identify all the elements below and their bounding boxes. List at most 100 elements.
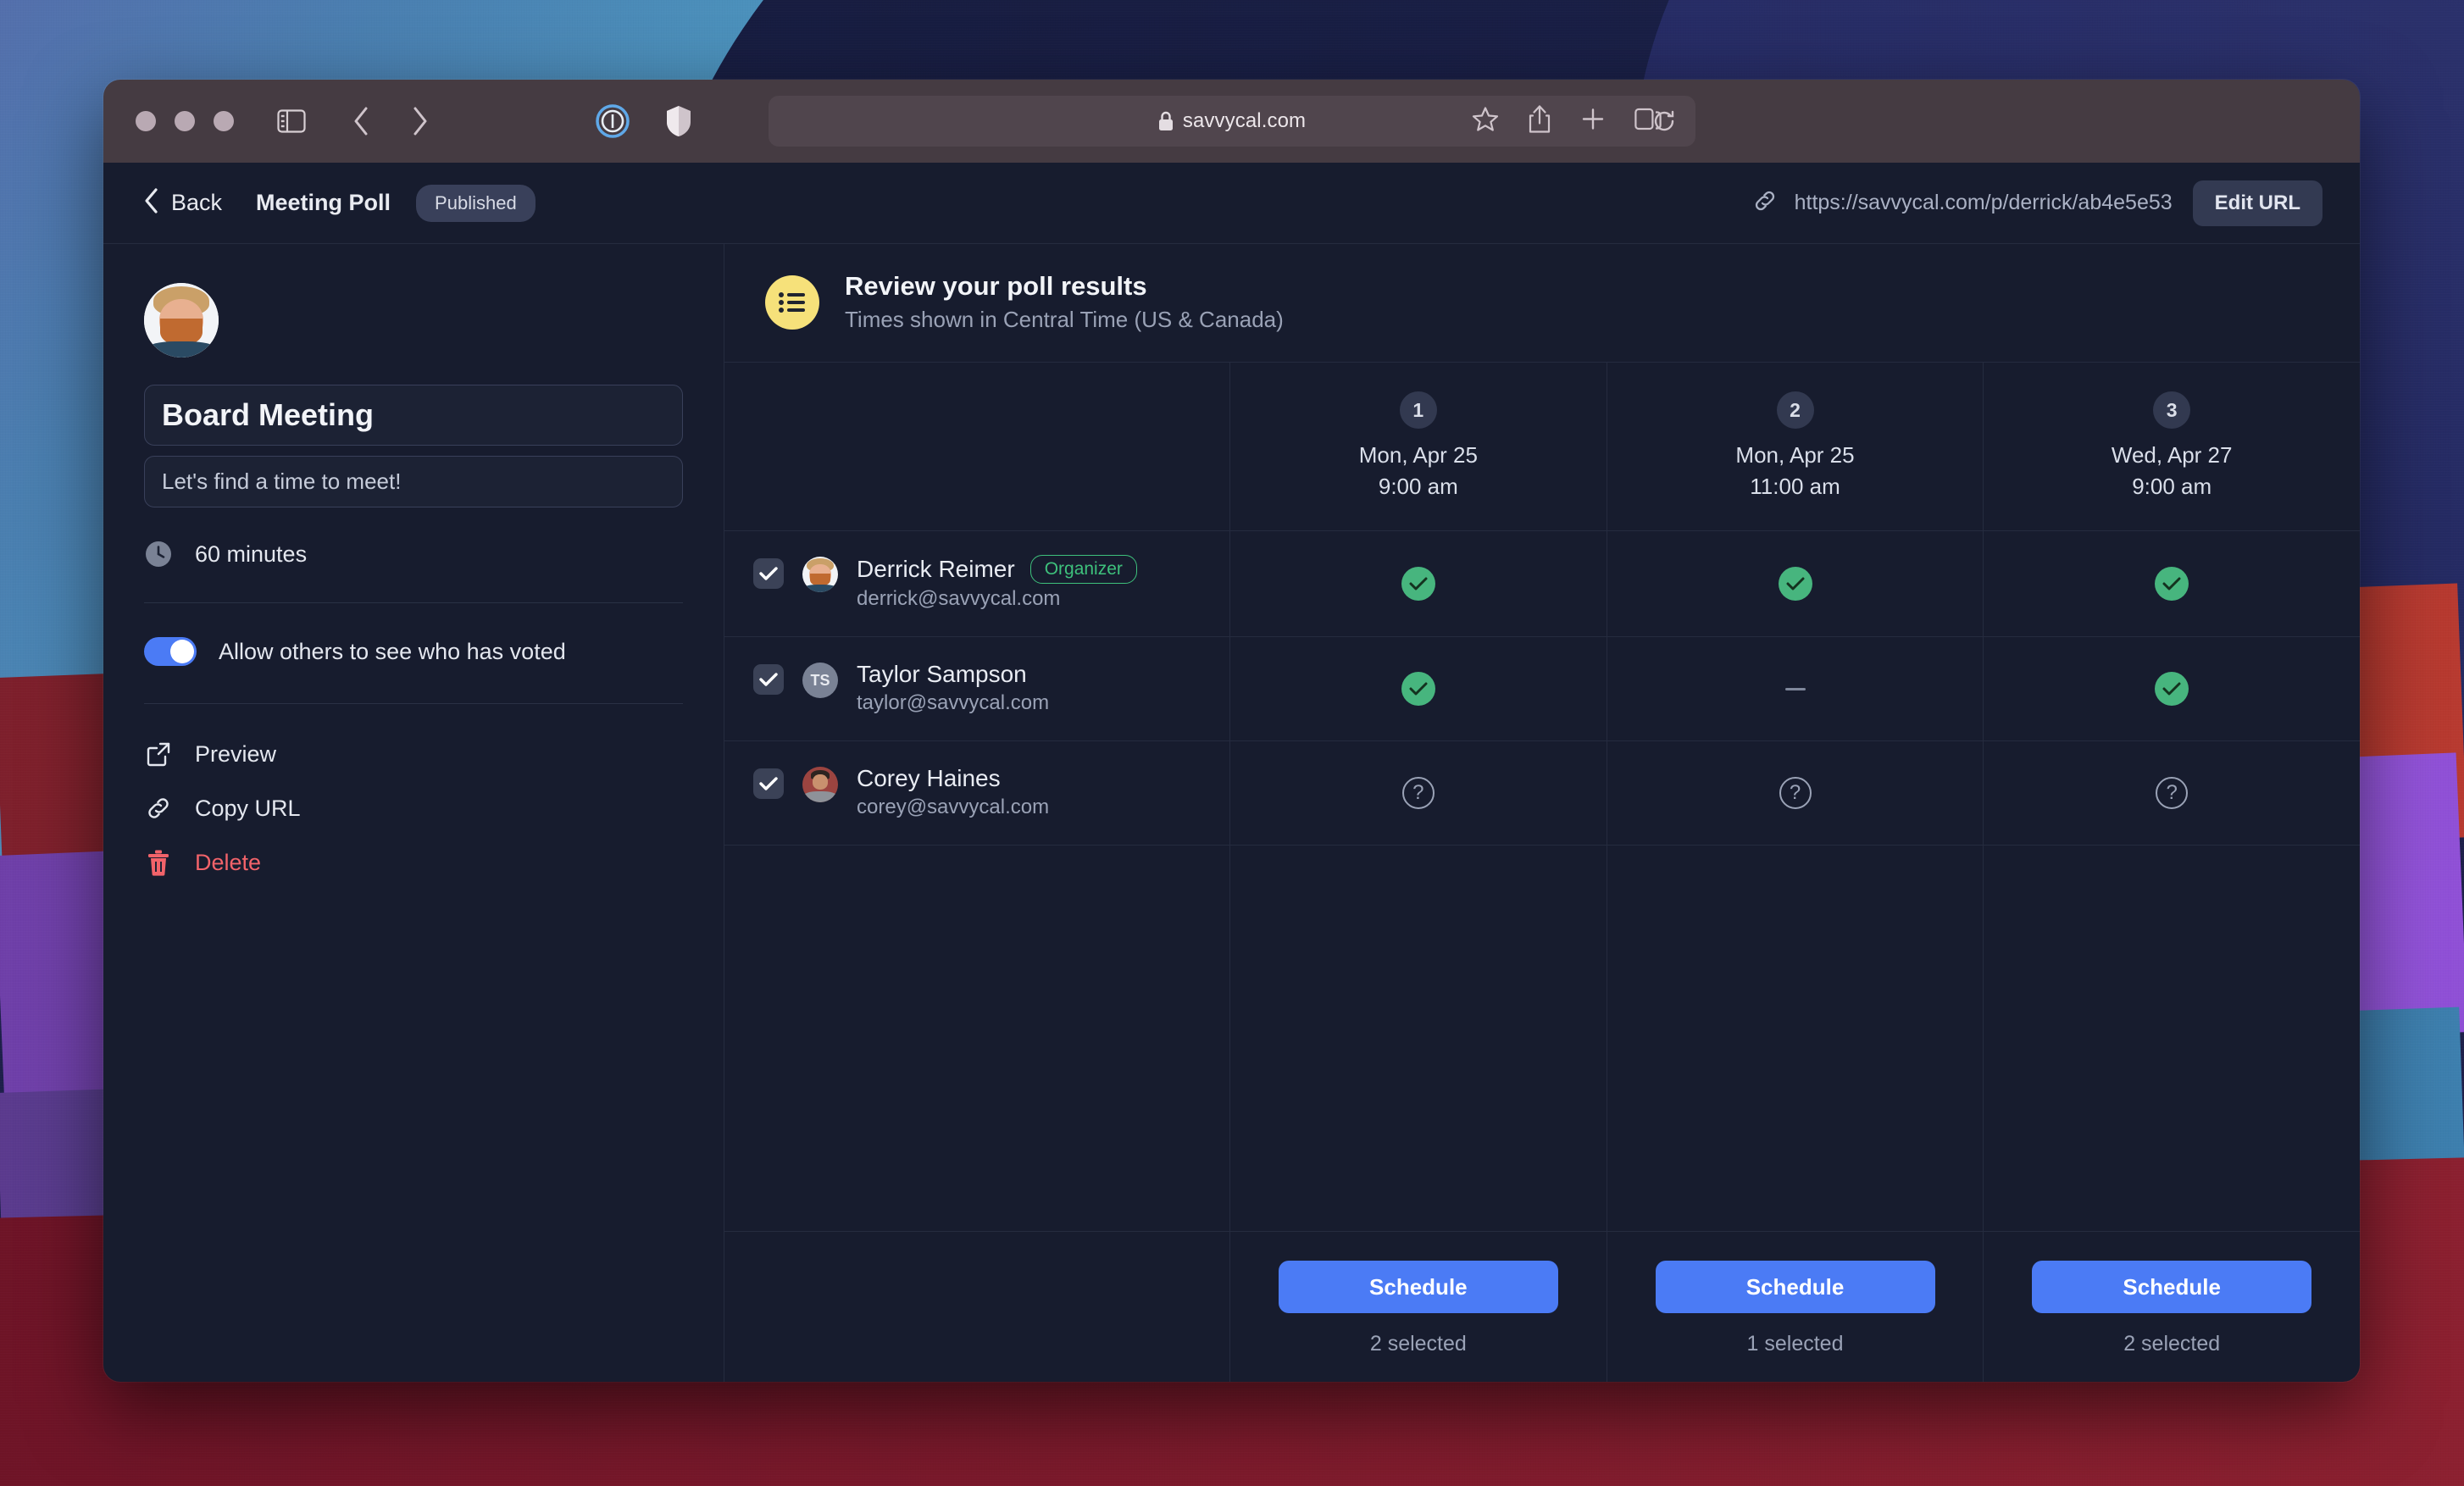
sidebar-toggle-icon[interactable] [269,99,314,143]
close-window-button[interactable] [136,111,156,131]
meeting-description-value[interactable]: Let's find a time to meet! [162,469,665,495]
participant-name: Derrick Reimer [857,556,1015,582]
footer-slot-3: Schedule 2 selected [1984,1232,2360,1382]
back-label: Back [171,190,223,215]
poll-url-text: https://savvycal.com/p/derrick/ab4e5e53 [1794,191,2173,214]
check-circle-icon [1401,567,1435,601]
delete-action[interactable]: Delete [144,848,683,877]
slot-number-badge: 1 [1399,391,1437,429]
participant-name-line: Taylor Sampson [857,661,1049,688]
star-icon[interactable] [1472,106,1499,137]
slot-header-2[interactable]: 2 Mon, Apr 25 11:00 am [1607,363,1984,530]
table-row: TS Taylor Sampson taylor@savvycal.com [724,637,2360,741]
question-circle-icon: ? [1401,777,1435,809]
poll-settings-sidebar: Board Meeting Let's find a time to meet! [103,244,724,1382]
vote-cell[interactable]: ? [1607,741,1984,845]
slot-time: 11:00 am [1750,474,1840,499]
participant-name: Taylor Sampson [857,661,1027,687]
participant-cell: Corey Haines corey@savvycal.com [724,741,1230,845]
vote-cell[interactable] [1607,637,1984,740]
plus-icon[interactable] [1580,107,1606,136]
privacy-shield-icon[interactable] [657,99,701,143]
desktop-wallpaper: savvycal.com Back Meeting Poll Published… [0,0,2464,1486]
tab-overview-icon[interactable] [1634,107,1662,136]
dash-icon [1784,687,1806,690]
browser-forward-icon[interactable] [398,99,442,143]
slot-date: Wed, Apr 27 [2111,442,2233,468]
table-header-row: 1 Mon, Apr 25 9:00 am 2 Mon, Apr 25 11:0… [724,363,2360,531]
slot-header-1[interactable]: 1 Mon, Apr 25 9:00 am [1230,363,1607,530]
page-title: Meeting Poll [256,190,391,215]
duration-label: 60 minutes [195,541,308,567]
link-icon [144,794,173,823]
duration-row[interactable]: 60 minutes [144,540,683,603]
schedule-button[interactable]: Schedule [1655,1261,1935,1313]
meeting-description-field[interactable]: Let's find a time to meet! [144,456,683,507]
avatar: TS [802,663,838,698]
participant-meta: Taylor Sampson taylor@savvycal.com [857,661,1049,715]
question-circle-icon: ? [1779,777,1812,809]
slot-header-3[interactable]: 3 Wed, Apr 27 9:00 am [1984,363,2360,530]
zoom-window-button[interactable] [214,111,234,131]
check-circle-icon [2155,567,2189,601]
table-header-name-cell [724,363,1230,530]
participant-checkbox[interactable] [753,664,784,695]
check-circle-icon [2155,672,2189,706]
vote-cell[interactable] [1230,531,1607,636]
footer-slot-2: Schedule 1 selected [1607,1232,1984,1382]
slot-date: Mon, Apr 25 [1735,442,1855,468]
clock-icon [144,540,173,568]
poll-results-main: Review your poll results Times shown in … [724,244,2360,1382]
vote-cell[interactable]: ? [1230,741,1607,845]
meeting-title-field[interactable]: Board Meeting [144,385,683,446]
slot-time: 9:00 am [2132,474,2212,499]
schedule-button[interactable]: Schedule [1278,1261,1558,1313]
question-circle-icon: ? [2156,777,2189,809]
participant-cell: Derrick Reimer Organizer derrick@savvyca… [724,531,1230,636]
slot-number-badge: 3 [2153,391,2191,429]
participant-email: corey@savvycal.com [857,796,1050,818]
check-circle-icon [1778,567,1812,601]
back-button[interactable]: Back [142,187,222,219]
preview-label: Preview [195,740,277,767]
vote-cell[interactable] [1984,637,2360,740]
vote-cell[interactable] [1230,637,1607,740]
visibility-toggle[interactable] [144,637,197,666]
vote-cell[interactable]: ? [1984,741,2360,845]
app-header-bar: Back Meeting Poll Published https://savv… [103,163,2360,244]
slot-time: 9:00 am [1378,474,1458,499]
minimize-window-button[interactable] [175,111,195,131]
edit-url-button[interactable]: Edit URL [2192,180,2322,226]
share-icon[interactable] [1528,105,1551,138]
url-text: savvycal.com [1182,109,1307,132]
link-icon [1752,188,1778,218]
browser-toolbar: savvycal.com [103,80,2360,163]
reader-mode-icon[interactable] [591,99,635,143]
avatar [802,767,838,802]
empty-slot-cell [1230,846,1607,1231]
organizer-badge: Organizer [1029,555,1137,584]
participant-checkbox[interactable] [753,768,784,799]
external-link-icon [144,740,173,768]
table-row: Corey Haines corey@savvycal.com ? ? ? [724,741,2360,846]
participant-meta: Corey Haines corey@savvycal.com [857,765,1049,819]
copy-url-action[interactable]: Copy URL [144,794,683,823]
empty-slot-cell [1984,846,2360,1231]
vote-cell[interactable] [1984,531,2360,636]
trash-icon [144,848,173,877]
avatar [802,557,838,592]
meeting-title-value[interactable]: Board Meeting [162,397,665,433]
app-body: Board Meeting Let's find a time to meet! [103,244,2360,1382]
schedule-button[interactable]: Schedule [2032,1261,2312,1313]
vote-cell[interactable] [1607,531,1984,636]
list-icon [765,274,819,330]
participant-checkbox[interactable] [753,558,784,589]
visibility-toggle-row[interactable]: Allow others to see who has voted [144,637,683,704]
preview-action[interactable]: Preview [144,740,683,768]
poll-url-group: https://savvycal.com/p/derrick/ab4e5e53 [1752,188,2173,218]
check-circle-icon [1401,672,1435,706]
window-traffic-lights[interactable] [136,111,234,131]
browser-back-icon[interactable] [339,99,383,143]
table-empty-space [724,846,2360,1232]
page-heading: Review your poll results [845,271,1147,301]
